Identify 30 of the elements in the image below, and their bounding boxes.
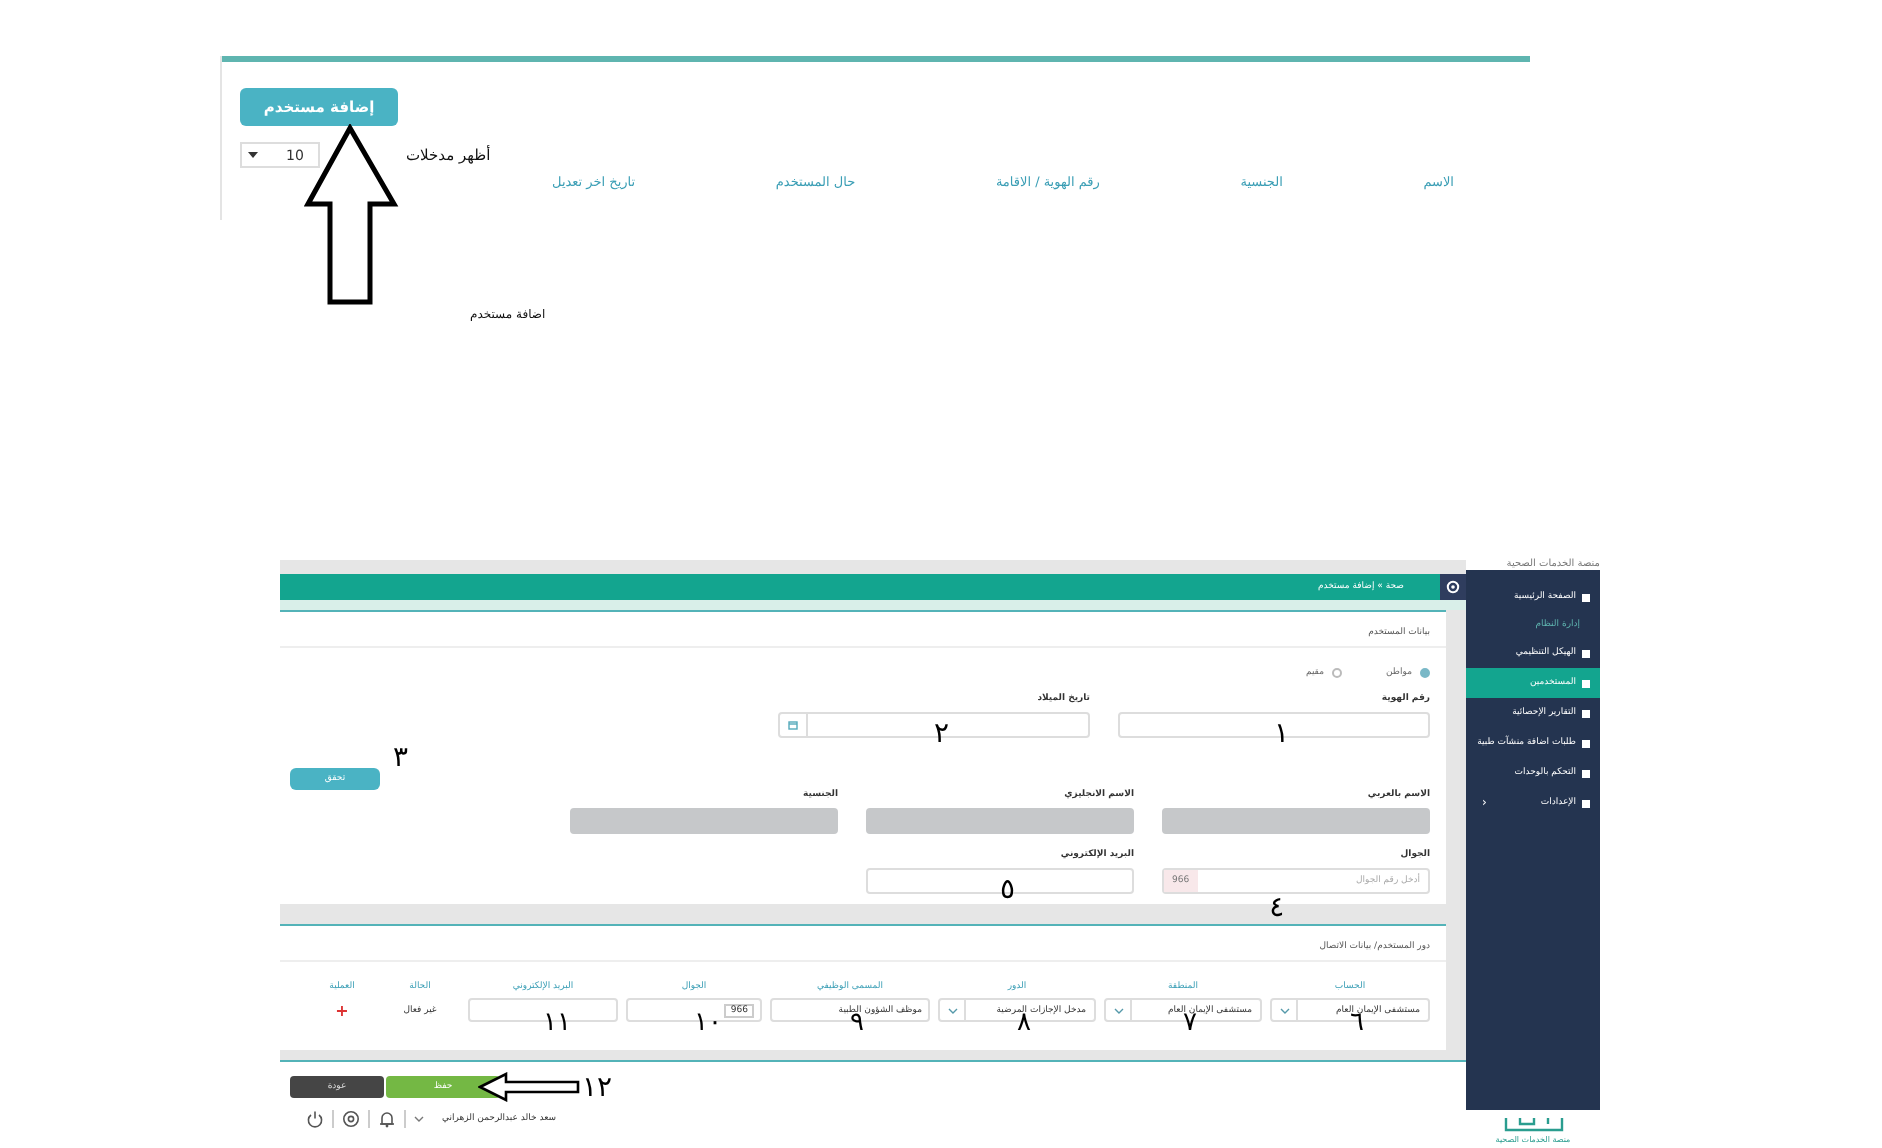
annotation-number: ٥ bbox=[1000, 876, 1016, 905]
annotation-number: ٤ bbox=[1269, 894, 1285, 922]
square-icon bbox=[1582, 769, 1590, 777]
add-button[interactable]: + bbox=[335, 1001, 349, 1019]
caret-icon bbox=[248, 152, 258, 158]
annotation-number: ٢ bbox=[934, 720, 950, 749]
logo-mark-icon bbox=[1503, 1116, 1563, 1134]
left-arrow bbox=[478, 1072, 582, 1102]
annotation-number: ١ bbox=[1274, 720, 1290, 749]
square-icon bbox=[1582, 593, 1590, 601]
chevron-down-icon bbox=[1113, 1007, 1123, 1013]
caret-icon[interactable] bbox=[414, 1116, 424, 1122]
power-icon[interactable] bbox=[306, 1110, 324, 1128]
square-icon bbox=[1582, 679, 1590, 687]
square-icon bbox=[1582, 709, 1590, 717]
square-icon bbox=[1582, 739, 1590, 747]
annotation-number: ١٢ bbox=[582, 1073, 613, 1101]
settings-icon[interactable] bbox=[342, 1110, 360, 1128]
annotation-number: ١١ bbox=[543, 1010, 571, 1036]
chevron-down-icon bbox=[1279, 1007, 1289, 1013]
settings-button[interactable] bbox=[1440, 574, 1466, 600]
square-icon bbox=[1582, 649, 1590, 657]
bell-icon[interactable] bbox=[378, 1110, 396, 1128]
settings-icon bbox=[1446, 580, 1460, 594]
square-icon bbox=[1582, 799, 1590, 807]
date-field[interactable] bbox=[778, 712, 1090, 738]
calendar-icon bbox=[788, 720, 798, 730]
input-field[interactable] bbox=[1118, 712, 1430, 738]
chevron-down-icon bbox=[947, 1007, 957, 1013]
annotation-number: ٣ bbox=[392, 744, 408, 772]
